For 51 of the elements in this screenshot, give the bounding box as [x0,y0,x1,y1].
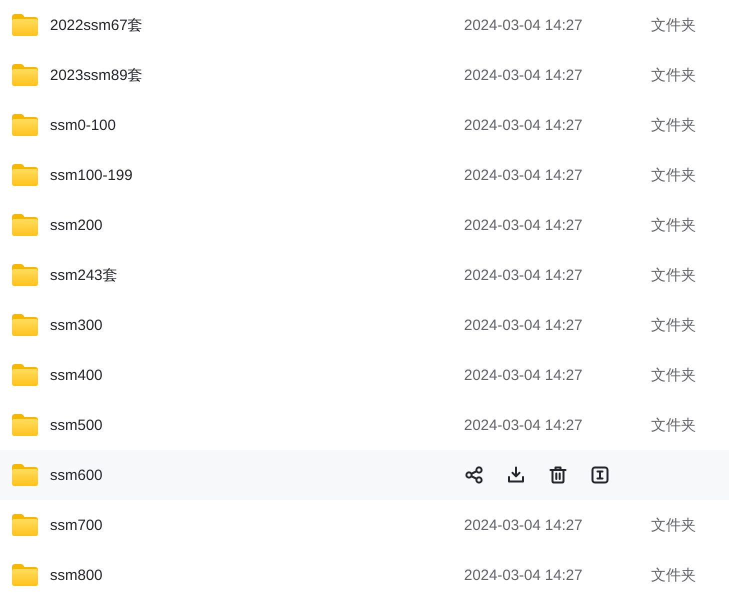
folder-name[interactable]: ssm100-199 [50,166,133,184]
folder-name[interactable]: ssm400 [50,366,103,384]
folder-name[interactable]: ssm243套 [50,266,118,284]
file-row[interactable]: ssm600 [0,450,729,500]
modified-date: 2024-03-04 14:27 [464,116,584,134]
folder-icon [12,114,38,136]
modified-date: 2024-03-04 14:27 [464,416,584,434]
folder-name[interactable]: ssm0-100 [50,116,116,134]
modified-date: 2024-03-04 14:27 [464,266,584,284]
folder-icon [12,214,38,236]
modified-date: 2024-03-04 14:27 [464,316,584,334]
folder-name[interactable]: 2022ssm67套 [50,16,143,34]
folder-name[interactable]: ssm300 [50,316,103,334]
folder-icon [12,14,38,36]
file-type: 文件夹 [651,166,696,184]
file-type: 文件夹 [651,366,696,384]
file-type: 文件夹 [651,16,696,34]
file-type: 文件夹 [651,116,696,134]
file-type: 文件夹 [651,566,696,584]
file-type: 文件夹 [651,316,696,334]
delete-button[interactable] [549,466,567,484]
folder-name[interactable]: 2023ssm89套 [50,66,143,84]
modified-date: 2024-03-04 14:27 [464,566,584,584]
file-type: 文件夹 [651,266,696,284]
modified-date: 2024-03-04 14:27 [464,16,584,34]
file-type: 文件夹 [651,516,696,534]
rename-button[interactable] [591,466,609,484]
file-type: 文件夹 [651,416,696,434]
folder-name[interactable]: ssm700 [50,516,103,534]
modified-date: 2024-03-04 14:27 [464,366,584,384]
share-button[interactable] [465,466,483,484]
modified-date: 2024-03-04 14:27 [464,166,584,184]
folder-name[interactable]: ssm600 [50,466,103,484]
folder-icon [12,514,38,536]
folder-icon [12,314,38,336]
folder-icon [12,564,38,586]
modified-date: 2024-03-04 14:27 [464,216,584,234]
download-button[interactable] [507,466,525,484]
file-type: 文件夹 [651,216,696,234]
file-type: 文件夹 [651,66,696,84]
modified-date: 2024-03-04 14:27 [464,66,584,84]
folder-icon [12,364,38,386]
modified-date: 2024-03-04 14:27 [464,516,584,534]
folder-icon [12,264,38,286]
folder-name[interactable]: ssm800 [50,566,103,584]
folder-icon [12,414,38,436]
folder-name[interactable]: ssm200 [50,216,103,234]
folder-icon [12,164,38,186]
folder-icon [12,64,38,86]
folder-name[interactable]: ssm500 [50,416,103,434]
folder-icon [12,464,38,486]
